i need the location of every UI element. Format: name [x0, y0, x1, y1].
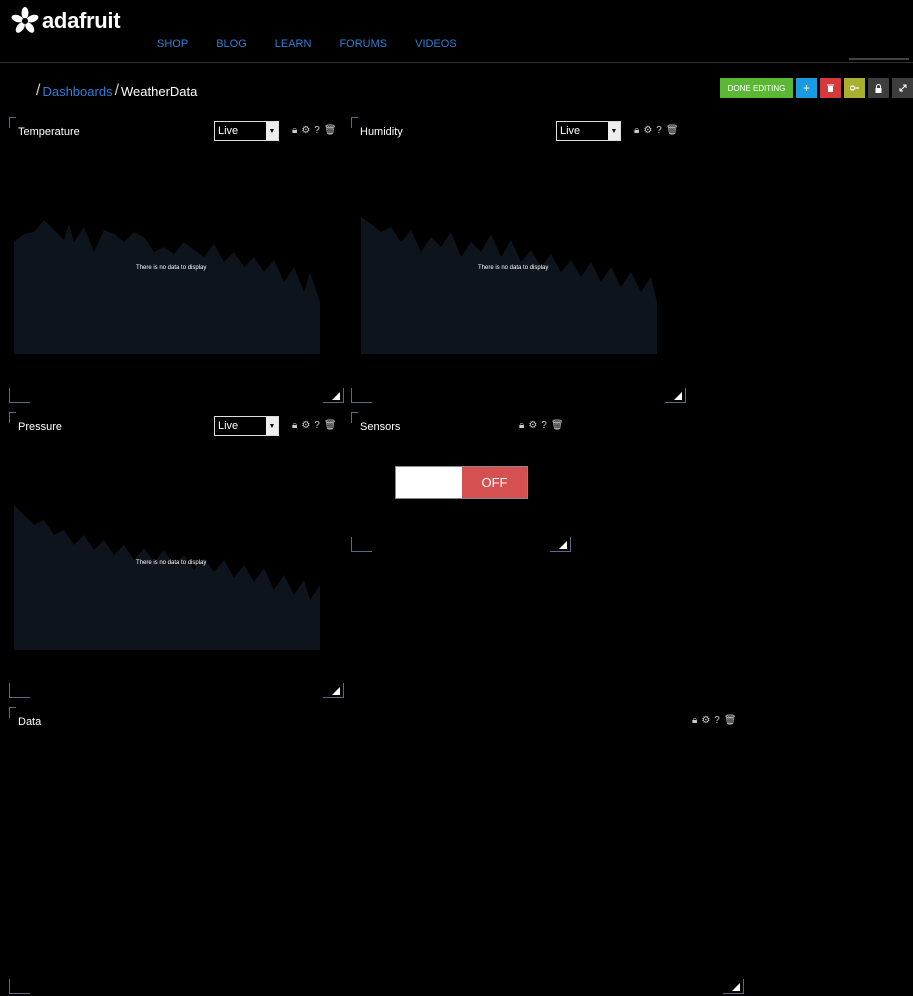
help-icon[interactable]: ? [314, 420, 320, 431]
fullscreen-button[interactable] [892, 78, 913, 98]
logo-text: adafruit [42, 8, 121, 33]
empty-message: There is no data to display [478, 265, 549, 271]
dropdown-arrow-icon: ▼ [266, 417, 278, 435]
breadcrumb-current: WeatherData [121, 83, 198, 99]
breadcrumb: / Dashboards / WeatherData [36, 82, 197, 100]
temperature-chart-area [14, 220, 320, 354]
trash-icon[interactable]: 🗑︎ [724, 715, 737, 726]
add-block-button[interactable]: + [796, 78, 817, 98]
block-title: Data [18, 716, 42, 728]
nav-learn[interactable]: LEARN [275, 38, 312, 50]
lock-icon[interactable]: 🔒︎ [692, 715, 697, 726]
dropdown-arrow-icon: ▼ [608, 122, 620, 140]
trash-icon[interactable]: 🗑︎ [324, 125, 337, 136]
main-nav: SHOP BLOG LEARN FORUMS VIDEOS [157, 38, 485, 50]
empty-message: There is no data to display [136, 560, 207, 566]
trash-icon[interactable]: 🗑︎ [666, 125, 679, 136]
top-navigation-bar: adafruit SHOP BLOG LEARN FORUMS VIDEOS [0, 0, 913, 63]
nav-forums[interactable]: FORUMS [339, 38, 387, 50]
toggle-off-label: OFF [462, 467, 527, 498]
breadcrumb-separator: / [36, 82, 41, 99]
humidity-chart-area [361, 217, 657, 354]
block-corner [351, 537, 372, 552]
temperature-range-select[interactable]: Live ▼ [214, 121, 279, 141]
block-corner [9, 683, 30, 698]
empty-message: There is no data to display [136, 265, 207, 271]
block-title: Temperature [18, 126, 80, 138]
resize-handle[interactable] [332, 687, 340, 695]
block-title: Pressure [18, 421, 63, 433]
resize-handle[interactable] [332, 392, 340, 400]
humidity-range-select[interactable]: Live ▼ [556, 121, 621, 141]
block-corner [9, 388, 30, 403]
help-icon[interactable]: ? [656, 125, 662, 136]
block-corner [351, 117, 358, 128]
block-corner [9, 412, 16, 423]
lock-icon [875, 83, 882, 93]
lock-layout-button[interactable] [868, 78, 889, 98]
resize-handle[interactable] [559, 541, 567, 549]
nav-videos[interactable]: VIDEOS [415, 38, 457, 50]
expand-icon [899, 84, 906, 92]
block-corner [9, 117, 16, 128]
lock-icon[interactable]: 🔒︎ [292, 125, 297, 136]
pressure-range-select[interactable]: Live ▼ [214, 416, 279, 436]
data-block: Data 🔒︎ ⚙ ? 🗑︎ [9, 707, 744, 994]
lock-icon[interactable]: 🔒︎ [634, 125, 639, 136]
gear-icon[interactable]: ⚙ [643, 125, 652, 136]
header-divider [849, 58, 909, 60]
nav-blog[interactable]: BLOG [216, 38, 247, 50]
dropdown-arrow-icon: ▼ [266, 122, 278, 140]
gear-icon[interactable]: ⚙ [301, 125, 310, 136]
adafruit-logo[interactable]: adafruit [10, 6, 121, 36]
gear-icon[interactable]: ⚙ [701, 715, 710, 726]
block-controls: 🔒︎ ⚙ ? 🗑︎ [292, 420, 337, 431]
select-value: Live [218, 125, 239, 137]
lock-icon[interactable]: 🔒︎ [292, 420, 297, 431]
block-title: Humidity [360, 126, 403, 138]
block-title: Sensors [360, 421, 401, 433]
resize-handle[interactable] [674, 392, 682, 400]
block-corner [351, 388, 372, 403]
block-corner [351, 412, 358, 423]
pressure-chart-area [14, 505, 320, 650]
trash-icon[interactable]: 🗑︎ [324, 420, 337, 431]
gear-icon[interactable]: ⚙ [528, 420, 537, 431]
delete-dashboard-button[interactable] [820, 78, 841, 98]
block-corner [9, 979, 30, 994]
block-controls: 🔒︎ ⚙ ? 🗑︎ [292, 125, 337, 136]
toggle-track [396, 467, 462, 498]
temperature-block: Temperature Live ▼ 🔒︎ ⚙ ? 🗑︎ There is no… [9, 117, 344, 403]
dashboard-toolbar: DONE EDITING + [720, 78, 913, 98]
lock-icon[interactable]: 🔒︎ [519, 420, 524, 431]
breadcrumb-dashboards-link[interactable]: Dashboards [42, 84, 112, 99]
block-controls: 🔒︎ ⚙ ? 🗑︎ [519, 420, 564, 431]
flower-logo-icon [11, 7, 39, 33]
gear-icon[interactable]: ⚙ [301, 420, 310, 431]
key-button[interactable] [844, 78, 865, 98]
select-value: Live [560, 125, 581, 137]
humidity-block: Humidity Live ▼ 🔒︎ ⚙ ? 🗑︎ There is no da… [351, 117, 686, 403]
block-controls: 🔒︎ ⚙ ? 🗑︎ [692, 715, 737, 726]
block-controls: 🔒︎ ⚙ ? 🗑︎ [634, 125, 679, 136]
sensors-toggle-switch[interactable]: OFF [395, 466, 528, 499]
breadcrumb-separator: / [114, 82, 120, 99]
trash-icon[interactable]: 🗑︎ [551, 420, 564, 431]
resize-handle[interactable] [732, 983, 740, 991]
block-corner [9, 707, 16, 718]
pressure-block: Pressure Live ▼ 🔒︎ ⚙ ? 🗑︎ There is no da… [9, 412, 344, 698]
help-icon[interactable]: ? [314, 125, 320, 136]
key-icon [850, 85, 859, 91]
help-icon[interactable]: ? [541, 420, 547, 431]
trash-icon [827, 84, 834, 92]
select-value: Live [218, 420, 239, 432]
done-editing-button[interactable]: DONE EDITING [720, 78, 793, 98]
nav-shop[interactable]: SHOP [157, 38, 188, 50]
help-icon[interactable]: ? [714, 715, 720, 726]
